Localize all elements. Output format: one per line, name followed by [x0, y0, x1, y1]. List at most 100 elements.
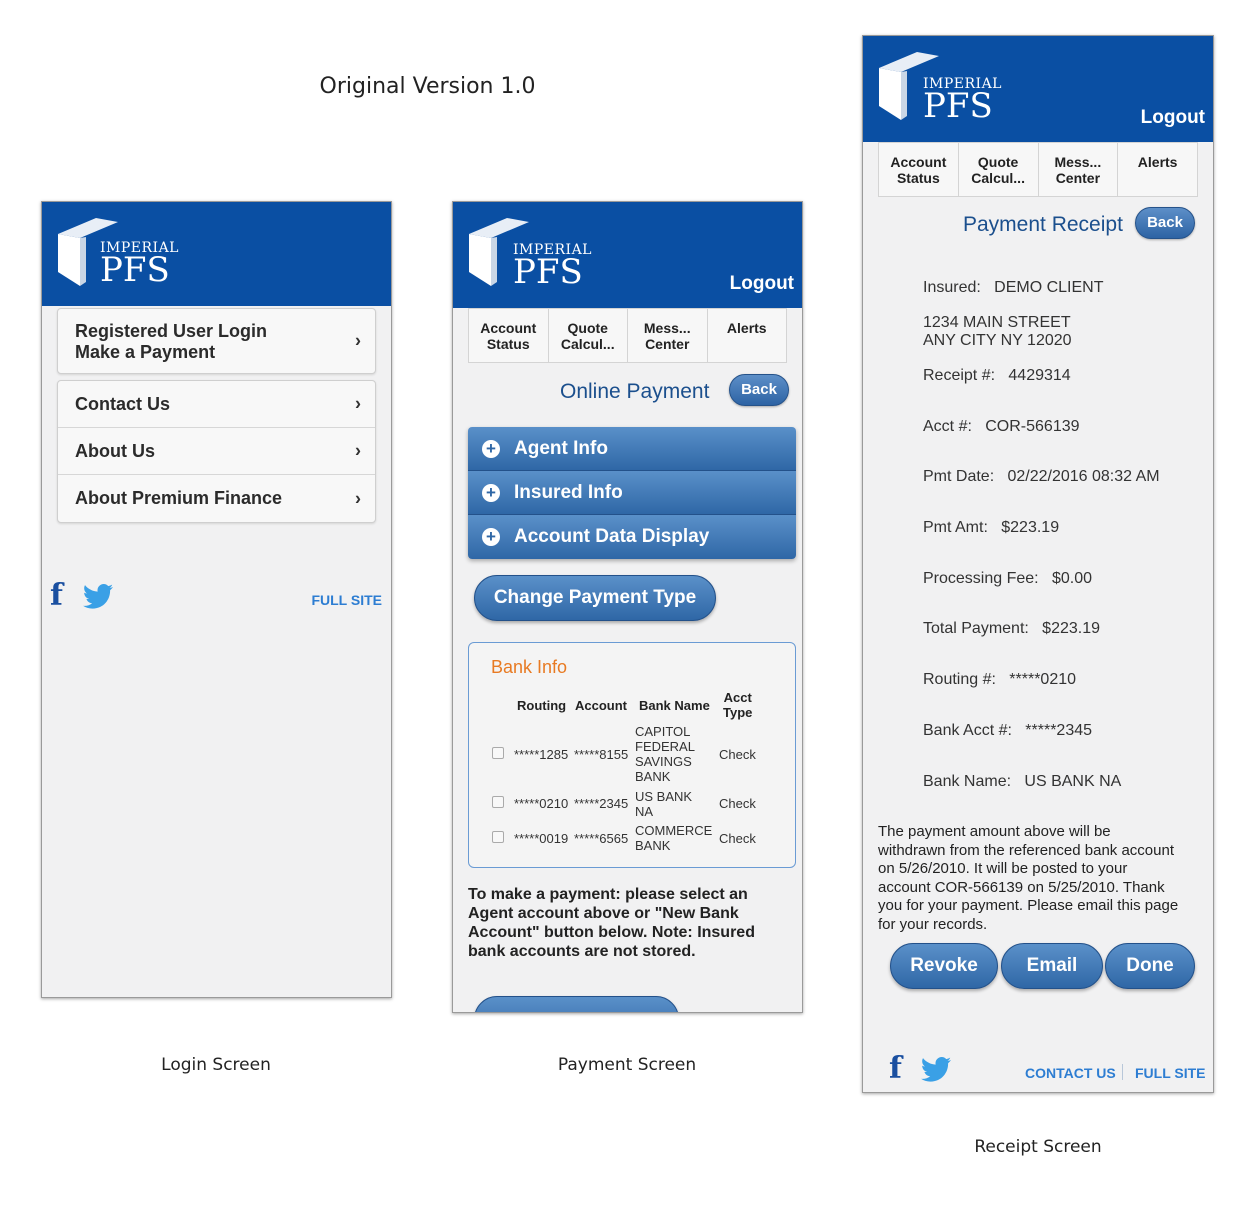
chevron-right-icon: ›	[355, 330, 361, 351]
logo-pfs-text: PFS	[100, 250, 170, 290]
plus-icon: +	[482, 439, 500, 458]
receipt-number-field: Receipt #: 4429314	[923, 367, 1071, 384]
bank-acct-type: Check	[719, 796, 756, 811]
accordion-agent-info[interactable]: + Agent Info	[468, 427, 796, 471]
accordion-account-data-display[interactable]: + Account Data Display	[468, 515, 796, 559]
col-header-routing: Routing	[517, 698, 567, 713]
nav-tabs: Account Status Quote Calcul... Mess... Cent…	[468, 308, 787, 363]
accordion-label: Account Data Display	[514, 526, 710, 547]
back-button[interactable]: Back	[1135, 207, 1195, 239]
menu-item-label: About Premium Finance	[75, 488, 283, 508]
chevron-right-icon: ›	[355, 488, 361, 508]
payment-accordion: + Agent Info + Insured Info + Account Da…	[468, 427, 796, 559]
nav-tabs: Account Status Quote Calcul... Mess... Cent…	[878, 142, 1198, 197]
menu-item-label: About Us	[75, 440, 155, 461]
bank-routing: *****1285	[514, 747, 569, 762]
app-header: IMPERIAL PFS Logout	[863, 36, 1213, 142]
facebook-icon[interactable]: f	[50, 578, 63, 613]
receipt-screen: IMPERIAL PFS Logout Account Status Quote C…	[862, 35, 1214, 1093]
accordion-label: Insured Info	[514, 481, 623, 503]
done-button[interactable]: Done	[1105, 943, 1195, 989]
facebook-icon[interactable]: f	[889, 1051, 902, 1086]
tab-quote-calculator[interactable]: Quote Calcul...	[549, 309, 628, 362]
payment-screen: IMPERIAL PFS Logout Account Status Quote C…	[452, 201, 803, 1013]
back-button[interactable]: Back	[729, 374, 789, 406]
login-menu-list: Contact Us › About Us › About Premium Fi…	[57, 380, 376, 523]
payment-amount-field: Pmt Amt: $223.19	[923, 519, 1060, 536]
payment-instructions: To make a payment: please select an Agent…	[468, 886, 755, 960]
bank-acct-type: Check	[719, 831, 756, 846]
change-payment-type-button[interactable]: Change Payment Type	[474, 575, 716, 621]
bank-name: COMMERCE BANK	[635, 823, 713, 853]
tab-account-status[interactable]: Account Status	[469, 309, 549, 362]
menu-item-about-premium-finance[interactable]: About Premium Finance ›	[58, 475, 375, 522]
bank-account-field: Bank Acct #: *****2345	[923, 722, 1093, 739]
bank-name-field: Bank Name: US BANK NA	[923, 773, 1122, 790]
caption-login: Login Screen	[161, 1055, 271, 1075]
caption-payment: Payment Screen	[557, 1055, 697, 1075]
app-header: IMPERIAL PFS Logout	[453, 202, 802, 308]
bank-name: CAPITOL FEDERAL SAVINGS BANK	[635, 724, 695, 784]
logo-pfs-text: PFS	[513, 252, 583, 292]
full-site-link[interactable]: FULL SITE	[1135, 1065, 1206, 1081]
insured-field: Insured: DEMO CLIENT	[923, 279, 1104, 297]
payment-date-field: Pmt Date: 02/22/2016 08:32 AM	[923, 468, 1160, 485]
bank-row-checkbox[interactable]	[492, 796, 504, 808]
account-number-field: Acct #: COR-566139	[923, 418, 1080, 435]
tab-alerts[interactable]: Alerts	[1118, 143, 1197, 196]
chevron-right-icon: ›	[355, 440, 361, 461]
tab-message-center[interactable]: Mess... Center	[1039, 143, 1119, 196]
registered-user-login-link[interactable]: Registered User Login	[75, 321, 267, 342]
tab-message-center[interactable]: Mess... Center	[628, 309, 708, 362]
receipt-note: The payment amount above will be withdraw…	[878, 823, 1179, 933]
twitter-icon[interactable]	[920, 1057, 952, 1083]
accordion-insured-info[interactable]: + Insured Info	[468, 471, 796, 515]
footer-divider	[1122, 1064, 1123, 1080]
col-header-bank-name: Bank Name	[639, 698, 710, 713]
tab-alerts[interactable]: Alerts	[708, 309, 787, 362]
bank-acct-type: Check	[719, 747, 756, 762]
col-header-account: Account	[575, 698, 627, 713]
insured-label: Insured:	[923, 279, 981, 296]
app-header: IMPERIAL PFS	[42, 202, 391, 306]
plus-icon: +	[482, 528, 500, 546]
tab-account-status[interactable]: Account Status	[879, 143, 959, 196]
accordion-label: Agent Info	[514, 437, 608, 459]
menu-item-label: Contact Us	[75, 393, 171, 414]
bank-account: *****2345	[574, 796, 629, 811]
bank-row-checkbox[interactable]	[492, 831, 504, 843]
bank-row-checkbox[interactable]	[492, 747, 504, 759]
new-bank-account-button[interactable]	[474, 996, 679, 1012]
chevron-right-icon: ›	[355, 393, 361, 414]
processing-fee-field: Processing Fee: $0.00	[923, 570, 1092, 587]
col-header-acct-type: Acct Type	[723, 690, 753, 720]
menu-item-about-us[interactable]: About Us ›	[58, 428, 375, 475]
plus-icon: +	[482, 483, 500, 502]
bank-account: *****6565	[574, 831, 629, 846]
twitter-icon[interactable]	[82, 584, 114, 610]
logo-pfs-text: PFS	[923, 86, 993, 126]
routing-number-field: Routing #: *****0210	[923, 671, 1077, 688]
bank-account: *****8155	[574, 747, 629, 762]
logout-link[interactable]: Logout	[1141, 107, 1205, 129]
insured-value: DEMO CLIENT	[994, 279, 1104, 296]
total-payment-field: Total Payment: $223.19	[923, 620, 1101, 637]
tab-quote-calculator[interactable]: Quote Calcul...	[959, 143, 1039, 196]
insured-address: 1234 MAIN STREET ANY CITY NY 12020	[923, 314, 1072, 349]
make-a-payment-link[interactable]: Make a Payment	[75, 342, 267, 363]
screen-title: Payment Receipt	[963, 213, 1123, 236]
bank-name: US BANK NA	[635, 789, 693, 819]
bank-info-title: Bank Info	[491, 657, 568, 677]
bank-routing: *****0210	[514, 796, 569, 811]
page-title: Original Version 1.0	[319, 74, 536, 99]
revoke-button[interactable]: Revoke	[890, 943, 998, 989]
logout-link[interactable]: Logout	[730, 273, 794, 295]
login-menu-primary[interactable]: Registered User Login Make a Payment ›	[57, 308, 376, 374]
menu-item-contact-us[interactable]: Contact Us ›	[58, 381, 375, 428]
bank-routing: *****0019	[514, 831, 569, 846]
email-button[interactable]: Email	[1001, 943, 1103, 989]
contact-us-link[interactable]: CONTACT US	[1025, 1065, 1116, 1081]
login-screen: IMPERIAL PFS Registered User Login Make …	[41, 201, 392, 998]
full-site-link[interactable]: FULL SITE	[311, 592, 382, 608]
caption-receipt: Receipt Screen	[974, 1137, 1102, 1157]
